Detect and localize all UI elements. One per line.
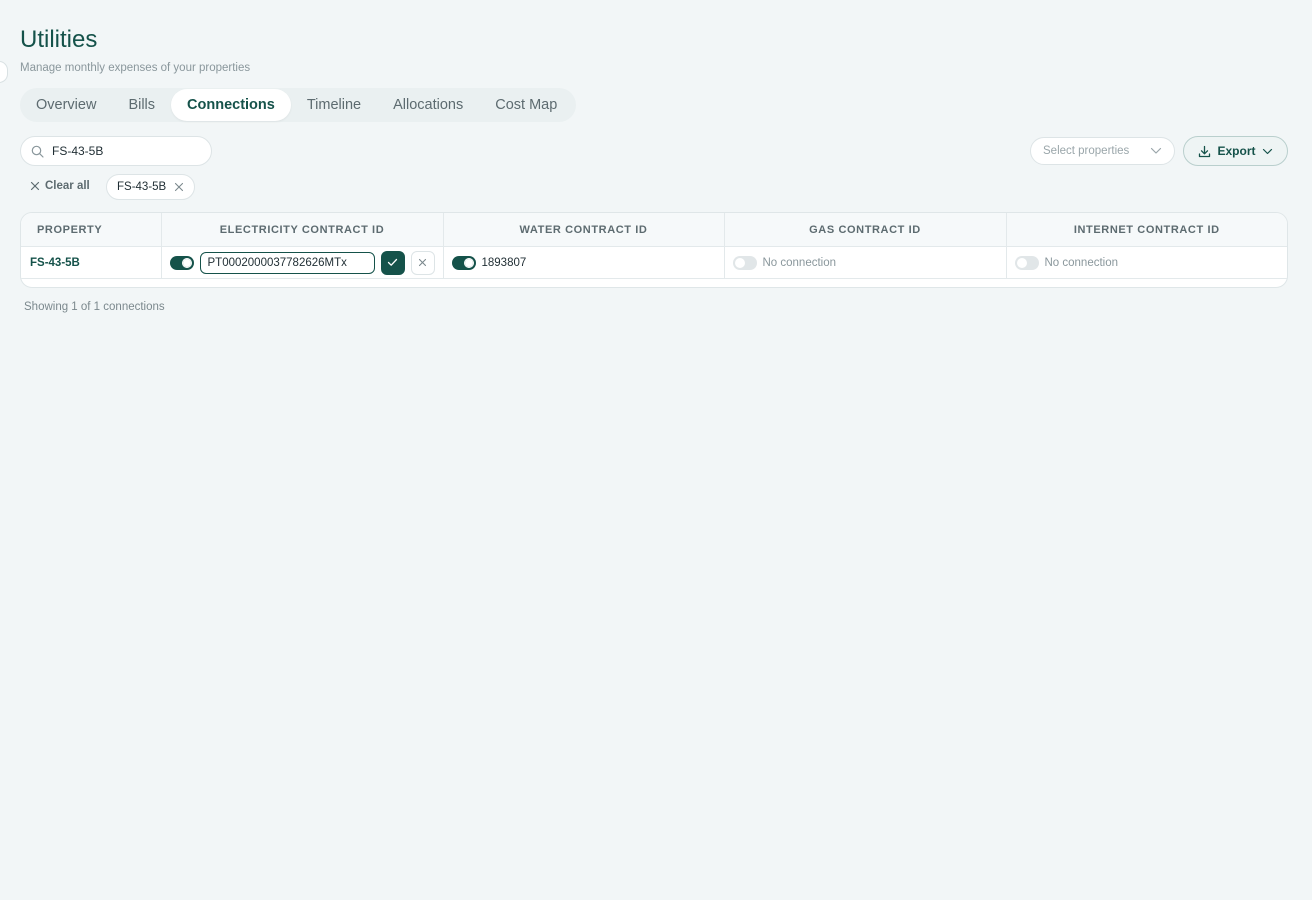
gas-cell: No connection bbox=[724, 246, 1007, 279]
tab-bills[interactable]: Bills bbox=[112, 89, 171, 121]
search-icon bbox=[31, 145, 44, 158]
results-count: Showing 1 of 1 connections bbox=[24, 301, 165, 313]
check-icon bbox=[387, 258, 398, 266]
download-icon bbox=[1199, 145, 1211, 157]
clear-all-label: Clear all bbox=[45, 180, 90, 192]
tab-cost-map[interactable]: Cost Map bbox=[479, 89, 573, 121]
chevron-down-icon bbox=[1150, 147, 1162, 154]
internet-cell: No connection bbox=[1006, 246, 1287, 279]
close-icon bbox=[418, 258, 427, 267]
property-cell[interactable]: FS-43-5B bbox=[21, 246, 162, 279]
gas-contract-value: No connection bbox=[762, 256, 837, 269]
chevron-down-icon bbox=[1262, 148, 1272, 154]
page-subtitle: Manage monthly expenses of your properti… bbox=[20, 62, 251, 74]
tab-bar: Overview Bills Connections Timeline Allo… bbox=[20, 88, 576, 122]
search-box[interactable] bbox=[20, 136, 212, 166]
table-header-row: PROPERTY ELECTRICITY CONTRACT ID WATER C… bbox=[21, 213, 1287, 247]
tab-connections[interactable]: Connections bbox=[171, 89, 291, 121]
export-button[interactable]: Export bbox=[1183, 136, 1288, 166]
confirm-button[interactable] bbox=[380, 250, 405, 275]
clear-all-button[interactable]: Clear all bbox=[30, 180, 90, 192]
column-header-water[interactable]: WATER CONTRACT ID bbox=[443, 213, 725, 247]
export-label: Export bbox=[1217, 144, 1256, 158]
connections-table: PROPERTY ELECTRICITY CONTRACT ID WATER C… bbox=[20, 212, 1288, 288]
filter-chip: FS-43-5B bbox=[106, 174, 196, 200]
filter-chip-label: FS-43-5B bbox=[117, 181, 167, 193]
internet-contract-value: No connection bbox=[1044, 256, 1119, 269]
select-properties-label: Select properties bbox=[1043, 145, 1130, 157]
column-header-property[interactable]: PROPERTY bbox=[21, 213, 162, 247]
tab-overview[interactable]: Overview bbox=[20, 89, 112, 121]
close-icon bbox=[30, 181, 40, 191]
water-contract-value[interactable]: 1893807 bbox=[482, 257, 527, 269]
select-properties-dropdown[interactable]: Select properties bbox=[1030, 137, 1175, 165]
column-header-internet[interactable]: INTERNET CONTRACT ID bbox=[1006, 213, 1287, 247]
electricity-cell bbox=[161, 246, 444, 279]
water-cell: 1893807 bbox=[443, 246, 725, 279]
table-row: FS-43-5B PT0002000037782626MTx 1893807 N… bbox=[21, 246, 1287, 279]
gas-toggle[interactable] bbox=[732, 255, 757, 270]
water-toggle[interactable] bbox=[451, 255, 476, 270]
page-title: Utilities bbox=[20, 26, 98, 53]
internet-toggle[interactable] bbox=[1014, 255, 1039, 270]
tab-allocations[interactable]: Allocations bbox=[377, 89, 479, 121]
close-icon[interactable] bbox=[174, 182, 184, 192]
search-input[interactable] bbox=[52, 144, 192, 158]
electricity-contract-input[interactable] bbox=[199, 251, 375, 274]
tab-timeline[interactable]: Timeline bbox=[291, 89, 377, 121]
utilities-page: Utilities Manage monthly expenses of you… bbox=[0, 0, 1312, 900]
column-header-gas[interactable]: GAS CONTRACT ID bbox=[724, 213, 1007, 247]
sidebar-collapse-handle[interactable] bbox=[0, 61, 8, 83]
cancel-button[interactable] bbox=[410, 250, 435, 275]
electricity-toggle[interactable] bbox=[169, 255, 194, 270]
column-header-electricity[interactable]: ELECTRICITY CONTRACT ID bbox=[161, 213, 444, 247]
